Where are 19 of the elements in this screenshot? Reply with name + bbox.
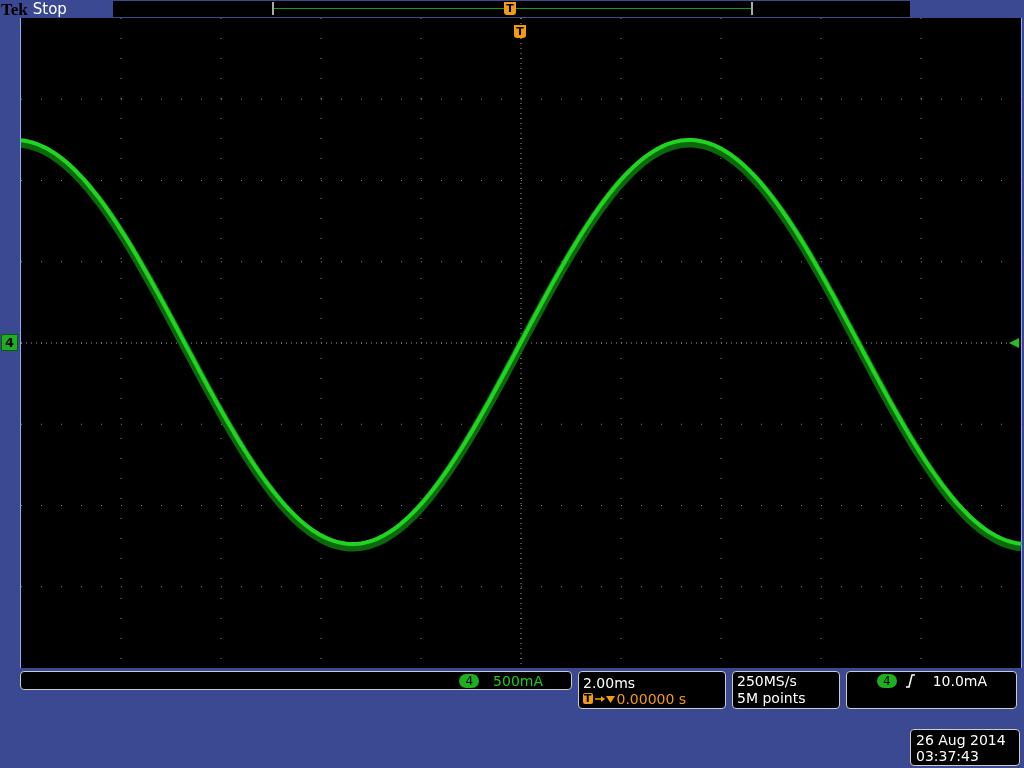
trigger-level-arrow-icon xyxy=(1009,338,1019,348)
channel-badge: 4 xyxy=(877,674,897,688)
horizontal-position: 0.00000 s xyxy=(616,691,687,706)
record-length: 5M points xyxy=(737,690,807,707)
channel-marker: 4 xyxy=(1,334,19,351)
arrow-icon xyxy=(594,693,615,704)
trigger-position-marker: T xyxy=(514,25,526,38)
vertical-scale: 500mA xyxy=(493,673,543,688)
trigger-badge: T xyxy=(583,693,593,704)
time: 03:37:43 xyxy=(916,747,980,764)
date: 26 Aug 2014 xyxy=(916,731,1007,748)
channel-badge: 4 xyxy=(459,673,480,688)
acquisition-status: Stop xyxy=(32,1,67,17)
sample-rate: 250MS/s xyxy=(737,673,798,690)
horizontal-scale: 2.00ms xyxy=(583,674,637,692)
rising-edge-icon xyxy=(904,674,915,688)
record-trigger-marker: T xyxy=(503,2,516,15)
brand-logo: Tek xyxy=(1,0,28,18)
trigger-level: 10.0mA xyxy=(932,674,988,688)
